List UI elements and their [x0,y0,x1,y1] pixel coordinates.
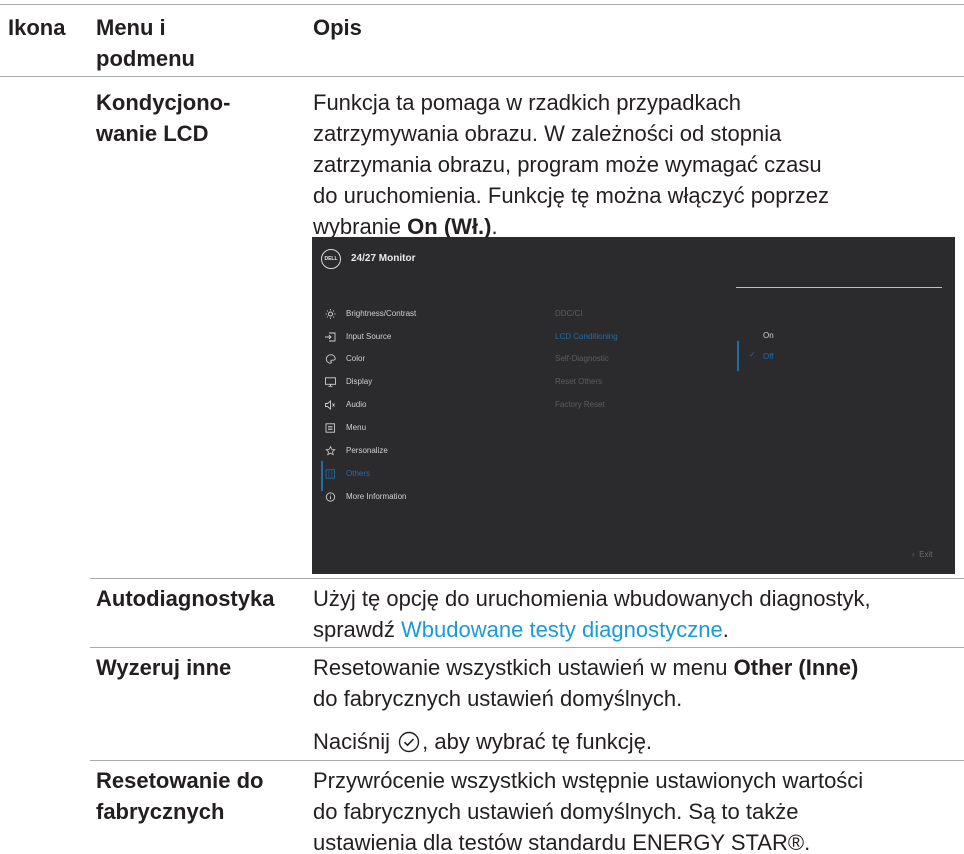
lcd-desc-line3: zatrzymania obrazu, program może wymagać… [313,152,822,177]
selfdiag-desc-line2: sprawdź Wbudowane testy diagnostyczne. [313,614,953,645]
osd-menu-label: Others [346,469,371,478]
row-divider-2 [90,647,964,648]
osd-submenu-self-diagnostic[interactable]: Self-Diagnostic [555,351,609,367]
osd-title: 24/27 Monitor [351,253,416,264]
lcd-name-line1: Kondycjono- [96,90,231,115]
lcd-desc-line5-prefix: wybranie [313,214,408,239]
selfdiag-desc-line2-suffix: . [722,617,729,642]
osd-menu-label: Color [346,354,366,363]
lcd-desc-line5-suffix: . [491,214,498,239]
osd-menu-display[interactable]: Display [324,374,372,390]
chevron-left-icon: ‹ [912,550,915,559]
palette-icon [324,354,337,364]
press-prefix: Naciśnij [313,729,391,754]
factory-desc-line1: Przywrócenie wszystkich wstępnie ustawio… [313,768,864,793]
osd-option-indicator [737,341,739,371]
factory-name-line2: fabrycznych [96,799,225,824]
reset-others-desc-line2: do fabrycznych ustawień domyślnych. [313,686,683,711]
header-menu-line1: Menu i [96,15,166,40]
osd-screenshot: DELL 24/27 Monitor Brightness/Contrast I… [312,237,955,574]
reset-others-desc-bold: Other (Inne) [733,655,859,680]
reset-others-desc-prefix: Resetowanie wszystkich ustawień w menu [313,655,734,680]
osd-submenu-lcd-conditioning[interactable]: LCD Conditioning [555,329,618,345]
input-icon [324,332,337,342]
speaker-icon [324,399,337,410]
osd-menu-menu[interactable]: Menu [324,420,366,436]
osd-menu-color[interactable]: Color [324,351,365,367]
reset-others-desc-line1: Resetowanie wszystkich ustawień w menu O… [313,652,953,683]
osd-menu-label: Input Source [346,332,392,341]
selfdiag-desc-line2-prefix: sprawdź [313,617,402,642]
osd-menu-label: Personalize [346,446,388,455]
lcd-desc-line1: Funkcja ta pomaga w rzadkich przypadkach [313,90,741,115]
dell-logo: DELL [321,249,341,269]
reset-others-name: Wyzeruj inne [96,655,232,680]
header-menu-line2: podmenu [96,46,195,71]
osd-top-divider [736,287,942,288]
osd-menu-input-source[interactable]: Input Source [324,329,391,345]
osd-menu-label: Audio [346,400,367,409]
osd-submenu-factory-reset[interactable]: Factory Reset [555,397,605,413]
others-icon [324,469,337,479]
factory-desc-line2: do fabrycznych ustawień domyślnych. Są t… [313,799,799,824]
osd-menu-label: Brightness/Contrast [346,309,417,318]
check-icon: ✓ [749,350,756,359]
lcd-desc-line4: do uruchomienia. Funkcję tę można włączy… [313,183,830,208]
selfdiag-name: Autodiagnostyka [96,586,275,611]
osd-submenu-ddc-ci[interactable]: DDC/CI [555,306,583,322]
lcd-name-line2: wanie LCD [96,121,209,146]
display-icon [324,377,337,387]
reset-others-press-line: Naciśnij , aby wybrać tę funkcję. [313,726,953,757]
osd-active-indicator [321,461,323,491]
info-icon [324,492,337,502]
osd-option-off[interactable]: Off [763,349,774,365]
osd-menu-label: Display [346,377,373,386]
osd-menu-label: Menu [346,423,367,432]
factory-name-line1: Resetowanie do [96,768,264,793]
osd-menu-audio[interactable]: Audio [324,397,366,413]
table-top-rule [0,4,964,5]
press-suffix: , aby wybrać tę funkcję. [422,729,653,754]
osd-submenu-reset-others[interactable]: Reset Others [555,374,602,390]
osd-menu-personalize[interactable]: Personalize [324,443,388,459]
row-divider-1 [90,578,964,579]
sun-icon [324,308,337,319]
header-icon: Ikona [8,15,66,40]
diagnostics-link[interactable]: Wbudowane testy diagnostyczne [401,617,723,642]
factory-desc-line3: ustawienia dla testów standardu ENERGY S… [313,830,811,854]
osd-menu-brightness[interactable]: Brightness/Contrast [324,306,416,322]
osd-exit-button[interactable]: ‹ Exit [912,550,932,559]
osd-menu-others[interactable]: Others [324,466,370,482]
osd-menu-more-information[interactable]: More Information [324,489,406,505]
osd-menu-label: More Information [346,492,407,501]
menu-icon [324,423,337,433]
lcd-desc-on-option: On (Wł.) [407,214,492,239]
star-icon [324,445,337,456]
header-desc: Opis [313,15,362,40]
check-circle-icon [398,731,420,753]
osd-option-on[interactable]: On [763,328,774,344]
selfdiag-desc-line1: Użyj tę opcję do uruchomienia wbudowanyc… [313,586,871,611]
osd-exit-label: Exit [919,550,933,559]
header-bottom-rule [0,76,964,77]
lcd-desc-line2: zatrzymywania obrazu. W zależności od st… [313,121,782,146]
row-divider-3 [90,760,964,761]
